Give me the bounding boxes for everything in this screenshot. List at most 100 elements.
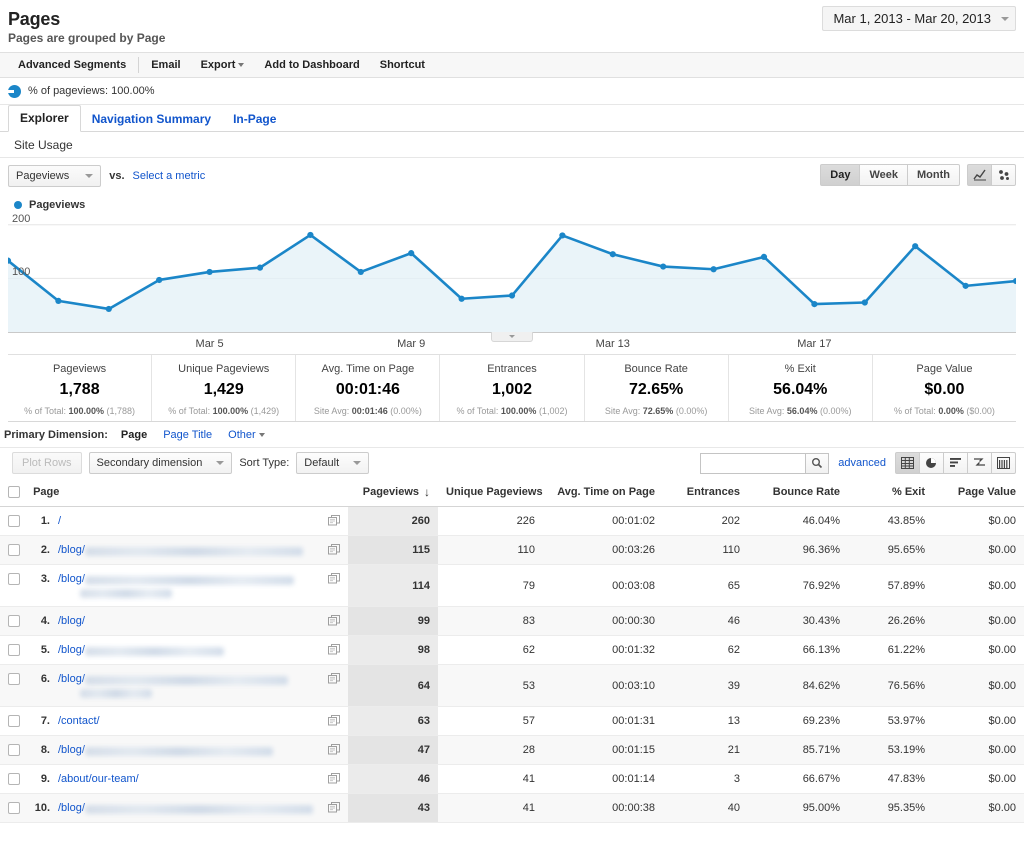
page-url-wrap[interactable]: /contact/: [58, 715, 100, 727]
table-row[interactable]: 1. / 260 226 00:01:02 202 46.04% 43.85% $0.00: [0, 506, 1024, 536]
table-row[interactable]: 3. /blog/114 79 00:03:08 65 76.92% 57.89% $0.00: [0, 564, 1024, 607]
cell-page[interactable]: 7. /contact/: [0, 706, 348, 736]
row-checkbox[interactable]: [8, 715, 20, 727]
row-checkbox[interactable]: [8, 802, 20, 814]
table-row[interactable]: 6. /blog/64 53 00:03:10 39 84.62% 76.56% $0.00: [0, 664, 1024, 707]
table-row[interactable]: 8. /blog/47 28 00:01:15 21 85.71% 53.19% $0.00: [0, 735, 1024, 765]
row-checkbox[interactable]: [8, 744, 20, 756]
page-url-wrap[interactable]: /blog/: [58, 744, 273, 756]
row-checkbox[interactable]: [8, 773, 20, 785]
col-header-page-value[interactable]: Page Value: [933, 480, 1024, 507]
pivot-view-icon-button[interactable]: [991, 452, 1016, 474]
primary-dimension-page-title[interactable]: Page Title: [155, 429, 220, 441]
line-chart-icon-button[interactable]: [967, 164, 992, 186]
page-url-wrap[interactable]: /blog/: [58, 544, 303, 556]
page-url-wrap[interactable]: /blog/: [58, 644, 224, 656]
row-checkbox[interactable]: [8, 573, 20, 585]
tab-navigation-summary[interactable]: Navigation Summary: [81, 107, 222, 132]
page-url-link[interactable]: /blog/: [58, 644, 85, 656]
select-a-metric-link[interactable]: Select a metric: [133, 170, 206, 182]
advanced-segments-button[interactable]: Advanced Segments: [8, 59, 136, 71]
col-header-bounce-rate[interactable]: Bounce Rate: [748, 480, 848, 507]
page-url-link[interactable]: /blog/: [58, 802, 85, 814]
primary-dimension-other[interactable]: Other: [220, 429, 273, 441]
row-checkbox[interactable]: [8, 544, 20, 556]
page-url-link[interactable]: /contact/: [58, 715, 100, 727]
table-row[interactable]: 7. /contact/63 57 00:01:31 13 69.23% 53.97% $0.…: [0, 706, 1024, 736]
page-url-wrap[interactable]: /blog/: [58, 802, 313, 814]
advanced-filter-link[interactable]: advanced: [838, 457, 886, 469]
cell-page[interactable]: 5. /blog/: [0, 635, 348, 665]
date-range-selector[interactable]: Mar 1, 2013 - Mar 20, 2013: [822, 6, 1016, 31]
page-url-wrap[interactable]: /: [58, 515, 61, 527]
search-button[interactable]: [805, 452, 830, 474]
add-to-dashboard-button[interactable]: Add to Dashboard: [254, 59, 369, 71]
export-button[interactable]: Export: [191, 59, 255, 71]
email-button[interactable]: Email: [141, 59, 190, 71]
page-url-link[interactable]: /: [58, 515, 61, 527]
select-all-checkbox[interactable]: [8, 486, 20, 499]
granularity-week[interactable]: Week: [859, 164, 909, 186]
table-row[interactable]: 4. /blog/99 83 00:00:30 46 30.43% 26.26% $0.00: [0, 606, 1024, 636]
shortcut-button[interactable]: Shortcut: [370, 59, 435, 71]
open-page-icon[interactable]: [328, 644, 340, 655]
table-row[interactable]: 9. /about/our-team/46 41 00:01:14 3 66.67% 47.…: [0, 764, 1024, 794]
row-checkbox[interactable]: [8, 644, 20, 656]
cell-page[interactable]: 1. /: [0, 506, 348, 536]
col-header-page[interactable]: Page: [0, 480, 348, 507]
primary-dimension-page[interactable]: Page: [113, 429, 155, 441]
tab-explorer[interactable]: Explorer: [8, 105, 81, 132]
col-header-avg-time-on-page[interactable]: Avg. Time on Page: [543, 480, 663, 507]
row-checkbox[interactable]: [8, 515, 20, 527]
col-header-pageviews[interactable]: Pageviews ↓: [348, 480, 438, 507]
page-url-wrap[interactable]: /blog/: [58, 673, 288, 698]
page-url-link[interactable]: /about/our-team/: [58, 773, 139, 785]
table-row[interactable]: 10. /blog/43 41 00:00:38 40 95.00% 95.35% $0.00: [0, 793, 1024, 823]
pie-view-icon-button[interactable]: [919, 452, 944, 474]
open-page-icon[interactable]: [328, 744, 340, 755]
page-url-wrap[interactable]: /blog/: [58, 615, 85, 627]
tab-in-page[interactable]: In-Page: [222, 107, 287, 132]
table-row[interactable]: 5./blog/98 62 00:01:32 62 66.13% 61.22% $0.00: [0, 635, 1024, 665]
cell-page[interactable]: 2. /blog/: [0, 535, 348, 565]
row-checkbox[interactable]: [8, 615, 20, 627]
open-page-icon[interactable]: [328, 802, 340, 813]
bar-view-icon-button[interactable]: [943, 452, 968, 474]
open-page-icon[interactable]: [328, 673, 340, 684]
open-page-icon[interactable]: [328, 573, 340, 584]
cell-page[interactable]: 10. /blog/: [0, 793, 348, 823]
open-page-icon[interactable]: [328, 773, 340, 784]
col-header-unique-pageviews[interactable]: Unique Pageviews: [438, 480, 543, 507]
pageviews-chart[interactable]: 200 100: [8, 213, 1016, 332]
comparison-view-icon-button[interactable]: [967, 452, 992, 474]
granularity-day[interactable]: Day: [820, 164, 861, 186]
open-page-icon[interactable]: [328, 615, 340, 626]
open-page-icon[interactable]: [328, 715, 340, 726]
col-header-entrances[interactable]: Entrances: [663, 480, 748, 507]
page-url-link[interactable]: /blog/: [58, 573, 85, 585]
cell-page[interactable]: 6. /blog/: [0, 664, 348, 707]
table-view-icon-button[interactable]: [895, 452, 920, 474]
secondary-dimension-select[interactable]: Secondary dimension: [88, 452, 233, 474]
col-header-exit[interactable]: % Exit: [848, 480, 933, 507]
page-url-link[interactable]: /blog/: [58, 744, 85, 756]
table-row[interactable]: 2./blog/115 110 00:03:26 110 96.36% 95.65% $0.…: [0, 535, 1024, 565]
cell-page[interactable]: 8. /blog/: [0, 735, 348, 765]
page-url-wrap[interactable]: /blog/: [58, 573, 294, 598]
open-page-icon[interactable]: [328, 544, 340, 555]
open-page-icon[interactable]: [328, 515, 340, 526]
page-url-wrap[interactable]: /about/our-team/: [58, 773, 139, 785]
scatter-chart-icon-button[interactable]: [991, 164, 1016, 186]
cell-page[interactable]: 9. /about/our-team/: [0, 764, 348, 794]
page-url-link[interactable]: /blog/: [58, 615, 85, 627]
chart-collapse-handle[interactable]: [491, 332, 533, 342]
page-url-link[interactable]: /blog/: [58, 544, 85, 556]
cell-page[interactable]: 3. /blog/: [0, 564, 348, 607]
sort-type-select[interactable]: Default: [296, 452, 370, 474]
cell-page[interactable]: 4. /blog/: [0, 606, 348, 636]
metric-select[interactable]: Pageviews: [8, 165, 102, 187]
search-input[interactable]: [700, 452, 806, 474]
page-url-link[interactable]: /blog/: [58, 673, 85, 685]
row-checkbox[interactable]: [8, 673, 20, 685]
granularity-month[interactable]: Month: [907, 164, 960, 186]
